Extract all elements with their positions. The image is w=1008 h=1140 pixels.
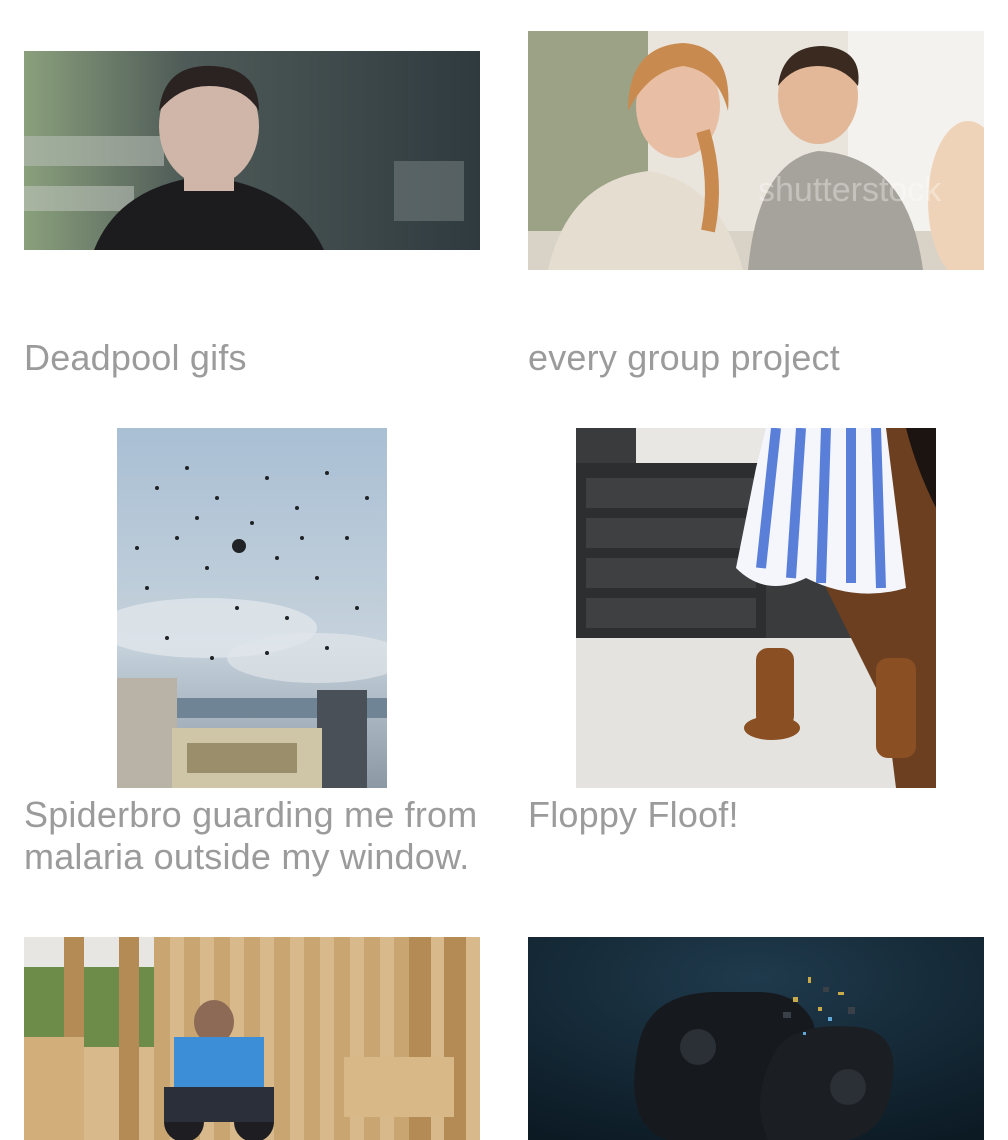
feed-item-title[interactable]: Spiderbro guarding me from malaria outsi… [24,794,480,878]
feed-item-controller[interactable] [528,937,984,1140]
photo-thumbnail-icon [24,937,480,1140]
feed-item-playground[interactable] [24,937,480,1140]
photo-thumbnail-icon [528,937,984,1140]
thumbnail-image[interactable]: shutterstock [528,31,984,270]
thumbnail-image[interactable] [117,428,387,788]
feed-item-group-project[interactable]: shutterstock every group project [528,31,984,381]
feed-item-title[interactable]: Deadpool gifs [24,337,480,379]
watermark-text: shutterstock [758,171,942,209]
feed-item-spiderbro[interactable]: Spiderbro guarding me from malaria outsi… [24,428,480,878]
gif-thumbnail-icon [576,428,936,788]
thumbnail-image[interactable] [24,937,480,1140]
feed-item-title[interactable]: every group project [528,337,984,379]
gif-thumbnail-icon: shutterstock [528,31,984,270]
thumbnail-image[interactable] [528,937,984,1140]
feed-item-floppy-floof[interactable]: Floppy Floof! [528,428,984,878]
thumbnail-image[interactable] [24,51,480,250]
photo-thumbnail-icon [117,428,387,788]
thumbnail-image[interactable] [576,428,936,788]
feed-item-deadpool[interactable]: Deadpool gifs [24,51,480,381]
gif-thumbnail-icon [24,51,480,250]
feed-item-title[interactable]: Floppy Floof! [528,794,984,836]
